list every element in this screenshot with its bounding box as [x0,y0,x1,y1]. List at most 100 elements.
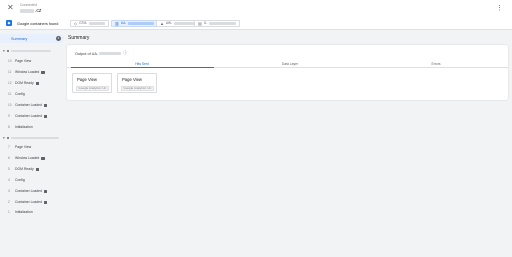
event-label: Initialization [15,210,33,214]
sidebar-event-item[interactable]: 7 Page View [8,144,31,150]
tag-fired-icon [35,167,40,171]
event-number: 8 [8,125,10,129]
event-number: 11 [8,92,12,96]
sidebar-event-item[interactable]: 11 Config [8,91,25,97]
redacted-id [99,52,122,55]
container-chip-gtm[interactable]: ◇ GTM- [70,19,109,27]
event-number: 10 [8,103,12,107]
redacted-page-url [10,49,51,53]
event-label: Window Loaded [15,156,40,160]
event-label: Window Loaded [15,70,40,74]
tag-fired-icon [43,103,48,107]
event-label: DOM Ready [15,167,34,171]
hit-name: Page View [77,77,97,82]
container-chip-aw[interactable]: ▲ AW- [156,19,200,27]
chevron-down-icon[interactable]: ▾ [3,49,5,53]
tab-data-layer[interactable]: Data Layer [282,62,298,66]
chip-label: G- [203,21,208,26]
sidebar-event-item[interactable]: 11 Window Loaded [8,69,45,75]
event-number: 2 [8,200,10,204]
redacted-id [173,21,196,25]
header-bar: ✕ Connected .cz ⋮ [0,0,512,18]
event-label: Initialization [15,125,33,129]
tab-errors[interactable]: Errors [432,62,441,66]
hit-card[interactable]: Page View Google Analytics: Un [117,73,157,93]
container-chip-ga4[interactable]: ▤ G- [194,19,240,27]
page-dot-icon [6,49,10,53]
tag-fired-icon [41,70,45,74]
sidebar-event-item[interactable]: 5 DOM Ready [8,166,40,172]
event-label: DOM Ready [15,81,34,85]
sidebar-event-item[interactable]: 9 Container Loaded [8,113,48,119]
sidebar-summary-label: Summary [11,36,28,41]
event-label: Container Loaded [15,103,42,107]
event-label: Config [15,178,25,182]
container-chip-ua[interactable]: ▥ UA- [111,19,158,27]
output-heading: Output of UA- ⓘ [75,51,127,56]
chip-label: GTM- [79,21,88,26]
sidebar-event-item[interactable]: 12 DOM Ready [8,80,40,86]
tag-manager-icon: ◇ [74,20,78,26]
connection-status: Connected [20,3,37,7]
event-label: Config [15,92,25,96]
sidebar-item-summary[interactable]: Summary 2 [0,34,64,43]
page-title: Summary [68,35,90,41]
sidebar-event-item[interactable]: 10 Page View [8,58,31,64]
page-domain: .cz [20,8,41,14]
domain-suffix: .cz [35,8,42,14]
analytics-icon: ▥ [115,20,119,26]
info-icon[interactable]: ⓘ [123,51,127,56]
tag-fired-icon [43,189,48,193]
event-number: 10 [8,59,12,63]
tag-fired-icon [35,81,40,85]
summary-badge: 2 [56,36,61,41]
chip-label: AW- [165,21,172,26]
event-number: 11 [8,70,12,74]
ads-icon: ▲ [160,20,164,26]
redacted-domain [20,9,34,13]
event-label: Page View [15,59,32,63]
tag-fired-icon [43,114,48,118]
page-group-2[interactable]: ▾ [3,135,59,141]
event-number: 1 [8,210,10,214]
event-number: 5 [8,167,10,171]
container-bar: ◆ Google containers found ◇ GTM- ▥ UA- ▲… [0,18,512,30]
close-icon[interactable]: ✕ [7,3,14,12]
tag-fired-icon [41,156,45,160]
sidebar-event-item[interactable]: 3 Container Loaded [8,188,48,194]
tag-fired-icon [43,200,48,204]
hit-card[interactable]: Page View Google Analytics: Un [72,73,112,93]
sidebar-event-item[interactable]: 8 Initialization [8,124,33,130]
tab-hits-sent[interactable]: Hits Sent [135,62,148,66]
page-dot-icon [6,136,10,140]
redacted-id [127,21,154,25]
redacted-page-url [10,136,59,140]
tag-assistant-logo-icon: ◆ [6,20,12,26]
output-label: Output of UA- [75,51,99,56]
event-number: 7 [8,145,10,149]
containers-found-label: Google containers found [17,21,59,26]
redacted-id [208,21,236,25]
active-tab-indicator [71,67,214,68]
sidebar-event-item[interactable]: 1 Initialization [8,209,33,215]
sidebar-event-item[interactable]: 10 Container Loaded [8,102,48,108]
sidebar-event-item[interactable]: 2 Container Loaded [8,199,48,205]
event-label: Page View [15,145,32,149]
event-number: 3 [8,189,10,193]
sidebar-event-item[interactable]: 6 Window Loaded [8,155,45,161]
event-number: 4 [8,178,10,182]
ga4-icon: ▤ [198,20,202,26]
page-group-1[interactable]: ▾ [3,48,51,54]
chip-label: UA- [120,21,127,26]
event-label: Container Loaded [15,189,42,193]
redacted-id [88,21,105,25]
chevron-down-icon[interactable]: ▾ [3,136,5,140]
hit-type: Google Analytics: Un [121,86,154,91]
event-number: 9 [8,114,10,118]
output-card: Output of UA- ⓘ Hits Sent Data Layer Err… [67,45,508,100]
more-vert-icon[interactable]: ⋮ [496,4,503,13]
sidebar-event-item[interactable]: 4 Config [8,177,25,183]
hit-name: Page View [122,77,142,82]
event-sidebar: Summary 2 ▾ 10 Page View 11 Window Loaded … [0,31,64,257]
hit-type: Google Analytics: Un [76,86,109,91]
